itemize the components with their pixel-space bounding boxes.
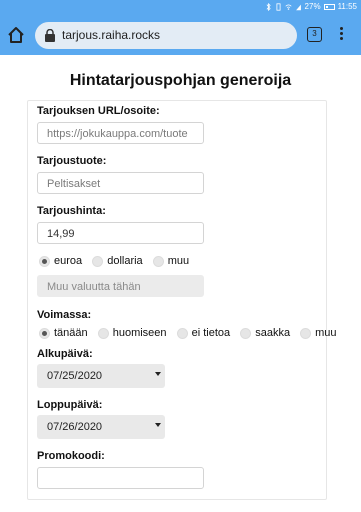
address-bar[interactable]: tarjous.raiha.rocks xyxy=(35,22,297,49)
validity-option-tanaan[interactable]: tänään xyxy=(39,327,88,339)
tab-switcher-button[interactable]: 3 xyxy=(307,27,322,42)
validity-label: Voimassa: xyxy=(37,309,92,321)
radio-checked-icon[interactable] xyxy=(39,327,50,339)
signal-icon xyxy=(295,4,301,10)
page-title: Hintatarjouspohjan generoija xyxy=(69,72,292,89)
validity-option-huomiseen[interactable]: huomiseen xyxy=(97,327,167,339)
currency-option-euroa[interactable]: euroa xyxy=(39,255,82,267)
currency-radio-group: euroa dollaria muu xyxy=(39,255,196,267)
validity-radio-group: tänään huomiseen ei tietoa saakka muu xyxy=(39,327,344,339)
lock-icon xyxy=(45,29,55,42)
validity-option-ei-tietoa[interactable]: ei tietoa xyxy=(176,327,230,339)
home-icon[interactable] xyxy=(6,25,26,45)
radio-icon[interactable] xyxy=(176,327,188,339)
start-date-select[interactable]: 07/25/2020 xyxy=(37,364,165,388)
product-label: Tarjoustuote: xyxy=(37,155,107,167)
url-input[interactable]: https://jokukauppa.com/tuote xyxy=(37,122,204,144)
radio-checked-icon[interactable] xyxy=(39,255,50,267)
chevron-down-icon xyxy=(155,372,161,376)
battery-percent: 27% xyxy=(304,2,321,11)
product-input[interactable]: Peltisakset xyxy=(37,172,204,194)
other-currency-input[interactable]: Muu valuutta tähän xyxy=(37,275,204,297)
browser-toolbar: tarjous.raiha.rocks 3 xyxy=(0,15,361,55)
end-date-label: Loppupäivä: xyxy=(37,399,103,411)
validity-option-muu[interactable]: muu xyxy=(300,327,337,339)
radio-icon[interactable] xyxy=(97,327,109,339)
wifi-icon xyxy=(284,4,292,10)
start-date-label: Alkupäivä: xyxy=(37,348,93,360)
radio-icon[interactable] xyxy=(152,255,164,267)
more-menu-icon[interactable] xyxy=(335,25,347,45)
price-label: Tarjoushinta: xyxy=(37,205,106,217)
status-icons: 27% 11:55 xyxy=(265,2,357,11)
validity-option-saakka[interactable]: saakka xyxy=(240,327,290,339)
end-date-value: 07/26/2020 xyxy=(47,421,103,433)
promo-label: Promokoodi: xyxy=(37,450,105,462)
radio-icon[interactable] xyxy=(240,327,252,339)
status-time: 11:55 xyxy=(337,2,357,11)
currency-option-muu[interactable]: muu xyxy=(152,255,189,267)
currency-option-dollaria[interactable]: dollaria xyxy=(92,255,143,267)
bluetooth-icon xyxy=(266,2,271,11)
url-label: Tarjouksen URL/osoite: xyxy=(37,105,160,117)
url-text: tarjous.raiha.rocks xyxy=(62,28,161,42)
vibrate-icon xyxy=(276,2,281,11)
radio-icon[interactable] xyxy=(300,327,312,339)
end-date-select[interactable]: 07/26/2020 xyxy=(37,415,165,439)
radio-icon[interactable] xyxy=(92,255,104,267)
promo-input[interactable] xyxy=(37,467,204,489)
start-date-value: 07/25/2020 xyxy=(47,370,103,382)
price-input[interactable]: 14,99 xyxy=(37,222,204,244)
status-bar: 27% 11:55 xyxy=(0,0,361,15)
chevron-down-icon xyxy=(155,423,161,427)
battery-icon xyxy=(323,3,335,10)
